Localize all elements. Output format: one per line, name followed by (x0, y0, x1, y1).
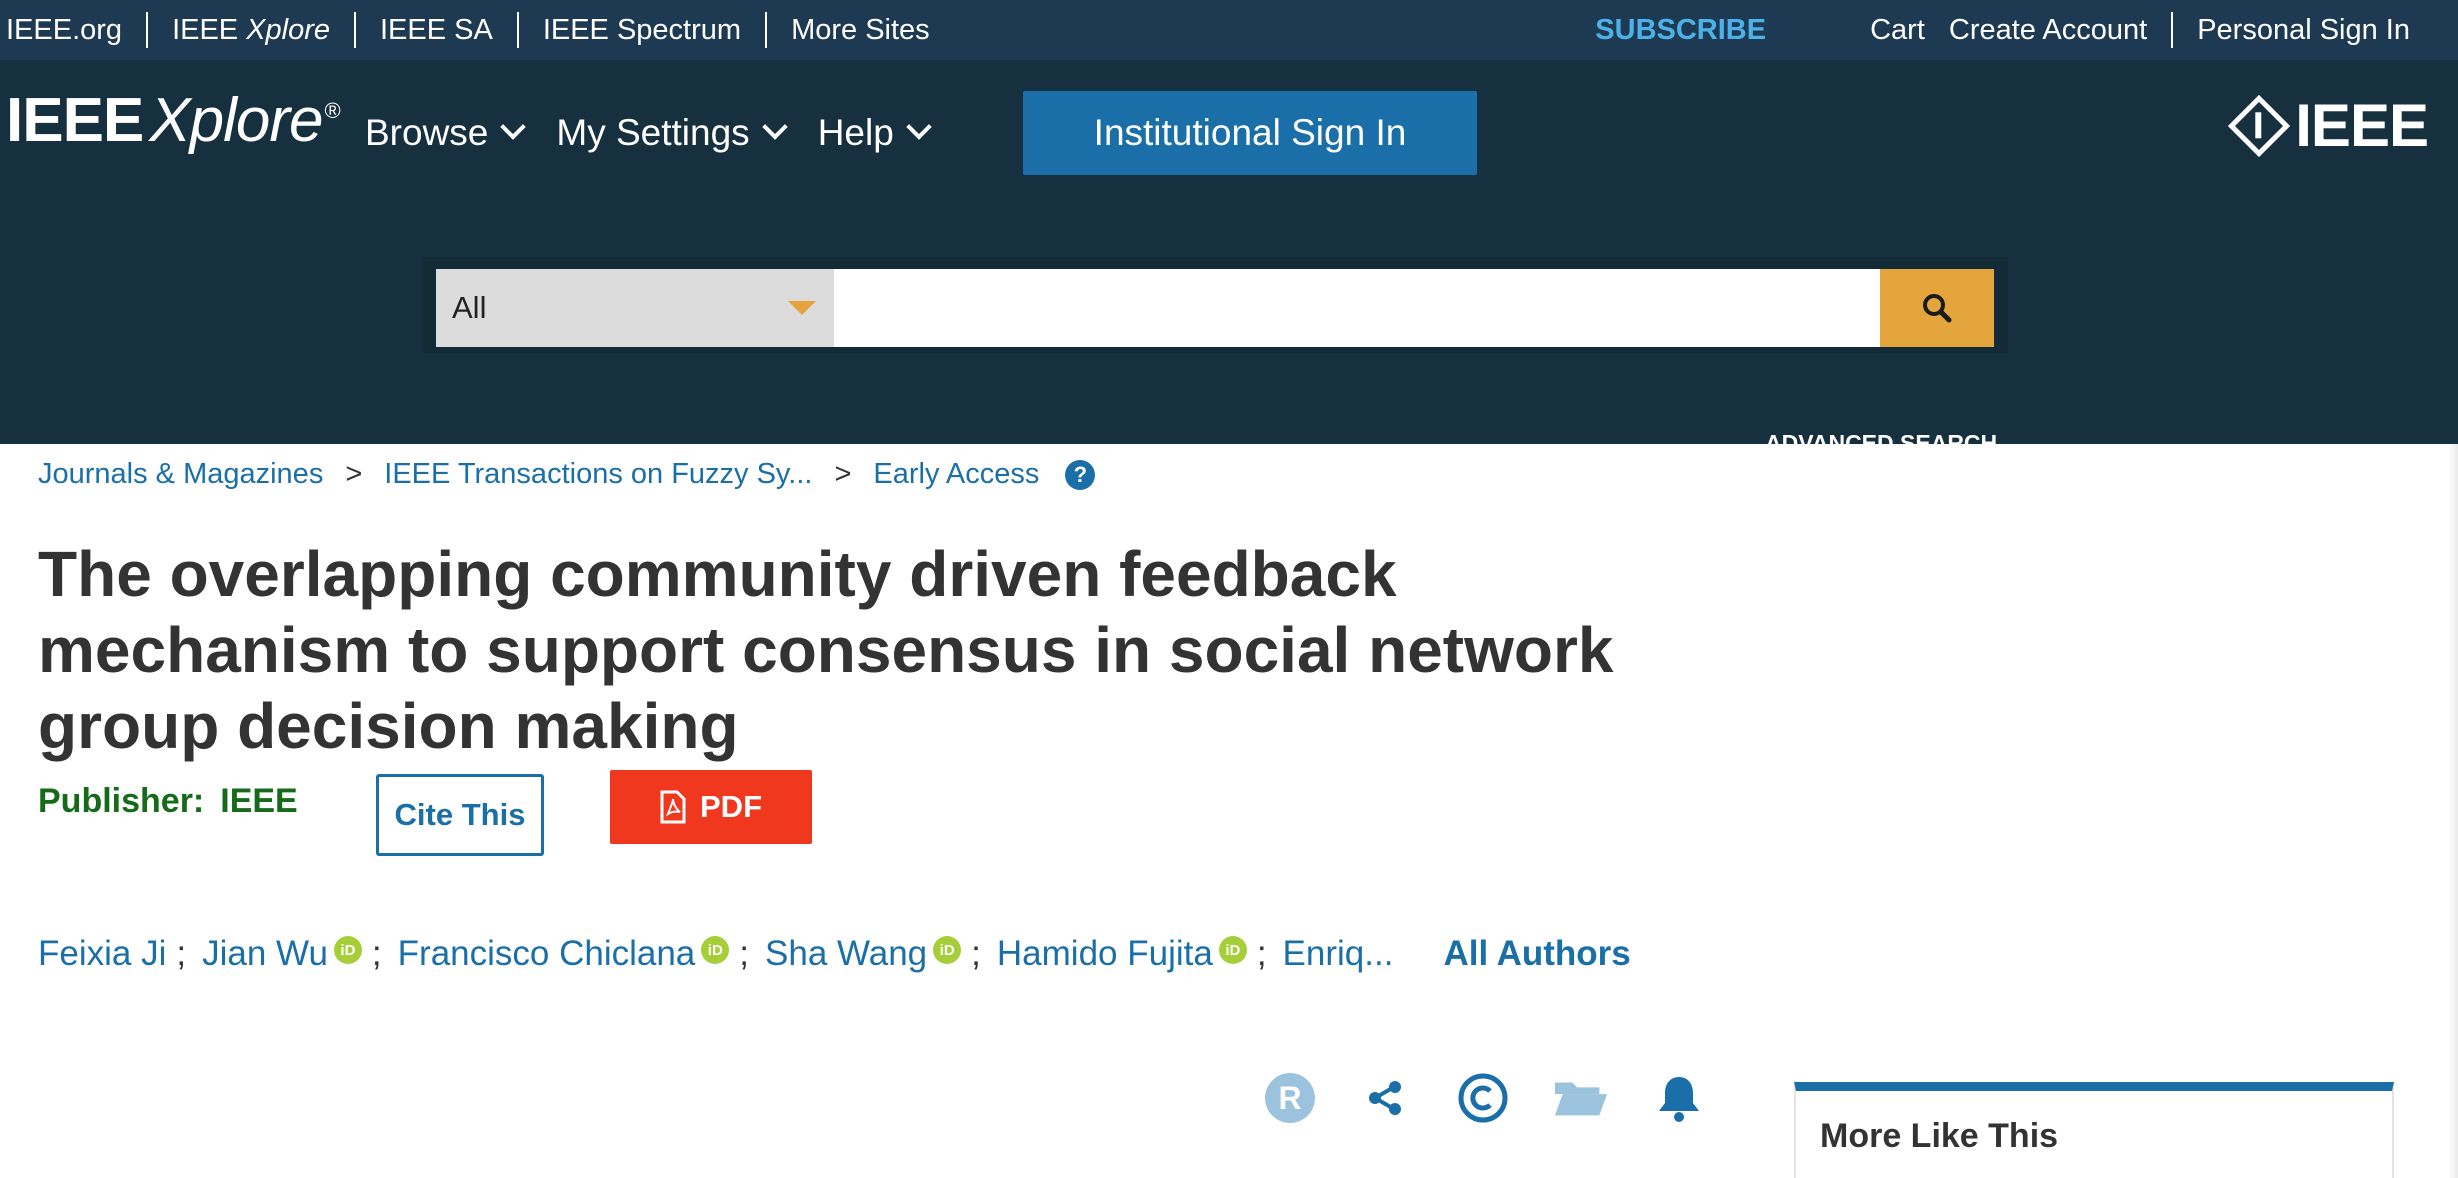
breadcrumb-journals[interactable]: Journals & Magazines (38, 458, 323, 491)
logo-registered-mark: ® (324, 98, 341, 123)
question-circle-icon[interactable]: ? (1065, 459, 1096, 490)
folder-icon[interactable] (1553, 1070, 1609, 1126)
search-scope-value: All (452, 290, 487, 325)
main-nav: Browse My Settings Help (365, 108, 962, 158)
nav-my-settings-label: My Settings (556, 112, 750, 153)
article-action-icons: R (1265, 1070, 1749, 1126)
chevron-down-icon (906, 114, 932, 140)
ieee-sa-link[interactable]: IEEE SA (356, 12, 519, 48)
breadcrumb-publication[interactable]: IEEE Transactions on Fuzzy Sy... (384, 458, 812, 491)
ieee-xplore-link[interactable]: IEEE Xplore (148, 12, 356, 48)
site-links: IEEE.org IEEE Xplore IEEE SA IEEE Spectru… (0, 0, 954, 60)
author-separator: ; (371, 934, 382, 973)
breadcrumb-separator: > (345, 458, 363, 490)
institutional-sign-in-button[interactable]: Institutional Sign In (1023, 91, 1477, 175)
author-link[interactable]: Jian Wu iD (202, 934, 362, 974)
article-title: The overlapping community driven feedbac… (38, 538, 1614, 762)
bell-icon[interactable] (1651, 1070, 1707, 1126)
pdf-button-label: PDF (700, 789, 762, 824)
bell-glyph (1659, 1077, 1699, 1122)
share-glyph (1369, 1081, 1401, 1115)
page-edge-shadow (2448, 444, 2458, 1178)
orcid-icon[interactable]: iD (1218, 936, 1247, 964)
author-name: Enriq... (1282, 934, 1394, 973)
orcid-icon[interactable]: iD (701, 936, 730, 964)
ieee-xplore-logo[interactable]: IEEEXplore® (6, 86, 341, 156)
personal-sign-in-link[interactable]: Personal Sign In (2173, 12, 2458, 48)
publisher-value: IEEE (220, 782, 298, 820)
top-utility-bar: IEEE.org IEEE Xplore IEEE SA IEEE Spectru… (0, 0, 2458, 60)
pdf-button[interactable]: PDF (610, 770, 812, 844)
author-link[interactable]: Francisco Chiclana iD (398, 934, 730, 974)
more-sites-link[interactable]: More Sites (767, 12, 954, 48)
author-name: Feixia Ji (38, 934, 167, 973)
ieee-brand-logo[interactable]: IEEE (2228, 92, 2429, 159)
orcid-icon[interactable]: iD (333, 936, 362, 964)
search-input[interactable] (834, 269, 1880, 347)
author-separator: ; (176, 934, 187, 973)
ieee-brand-text: IEEE (2295, 92, 2429, 159)
chevron-down-icon (500, 114, 527, 140)
create-account-link[interactable]: Create Account (1937, 12, 2174, 48)
author-name: Jian Wu (202, 934, 328, 973)
author-list: Feixia Ji ; Jian Wu iD ; Francisco Chicla… (38, 934, 1631, 974)
nav-help[interactable]: Help (817, 108, 932, 158)
cite-this-button[interactable]: Cite This (376, 774, 544, 856)
author-link[interactable]: Enriq... (1283, 934, 1394, 974)
search-row: All (436, 269, 1994, 347)
author-link[interactable]: Hamido Fujita iD (997, 934, 1247, 974)
ieee-diamond-icon (2228, 94, 2291, 158)
author-separator: ; (1256, 934, 1267, 973)
nav-my-settings[interactable]: My Settings (556, 108, 788, 158)
cart-link[interactable]: Cart (1846, 12, 1937, 48)
author-separator: ; (739, 934, 750, 973)
ieee-org-link[interactable]: IEEE.org (0, 12, 149, 48)
ieee-xplore-link-suffix: Xplore (246, 13, 330, 46)
search-icon (1923, 294, 1952, 323)
author-name: Hamido Fujita (996, 934, 1213, 973)
share-icon[interactable] (1357, 1070, 1413, 1126)
site-header: IEEEXplore® Browse My Settings Help Inst… (0, 60, 2458, 456)
author-name: Sha Wang (765, 934, 928, 973)
search-button[interactable] (1880, 269, 1994, 347)
logo-ieee-text: IEEE (6, 86, 144, 155)
global-search: All (422, 257, 2008, 353)
more-like-this-panel: More Like This (1794, 1082, 2394, 1178)
publisher-info: Publisher: IEEE (38, 782, 298, 821)
author-separator: ; (971, 934, 981, 973)
breadcrumb: Journals & Magazines > IEEE Transactions… (38, 458, 1096, 491)
logo-xplore-text: Xplore (149, 86, 323, 155)
subscribe-link[interactable]: SUBSCRIBE (1595, 14, 1766, 47)
nav-browse-label: Browse (365, 112, 489, 153)
folder-glyph (1554, 1082, 1608, 1116)
breadcrumb-early-access[interactable]: Early Access (873, 458, 1039, 491)
nav-help-label: Help (817, 112, 894, 153)
all-authors-link[interactable]: All Authors (1443, 934, 1630, 974)
copyright-glyph (1458, 1073, 1508, 1123)
chevron-down-icon (761, 114, 788, 140)
nav-browse[interactable]: Browse (365, 108, 527, 158)
breadcrumb-separator: > (834, 458, 852, 490)
pdf-file-icon (660, 790, 686, 824)
search-scope-select[interactable]: All (436, 269, 834, 347)
author-link[interactable]: Feixia Ji (38, 934, 166, 974)
publisher-row: Publisher: IEEE Cite This PDF (38, 770, 812, 856)
advanced-search-link[interactable]: ADVANCED SEARCH (1765, 430, 1997, 457)
account-links: SUBSCRIBE Cart Create Account Personal S… (1595, 0, 2458, 60)
dropdown-triangle-icon (788, 301, 816, 315)
publisher-label: Publisher: (38, 782, 205, 820)
ieee-xplore-link-prefix: IEEE (172, 13, 239, 46)
ieee-spectrum-link[interactable]: IEEE Spectrum (519, 12, 768, 48)
author-name: Francisco Chiclana (397, 934, 696, 973)
rights-permissions-icon[interactable]: R (1265, 1073, 1315, 1123)
orcid-icon[interactable]: iD (933, 936, 962, 964)
author-link[interactable]: Sha Wang iD (765, 934, 962, 974)
more-like-this-heading: More Like This (1820, 1117, 2059, 1155)
copyright-icon[interactable] (1455, 1070, 1511, 1126)
